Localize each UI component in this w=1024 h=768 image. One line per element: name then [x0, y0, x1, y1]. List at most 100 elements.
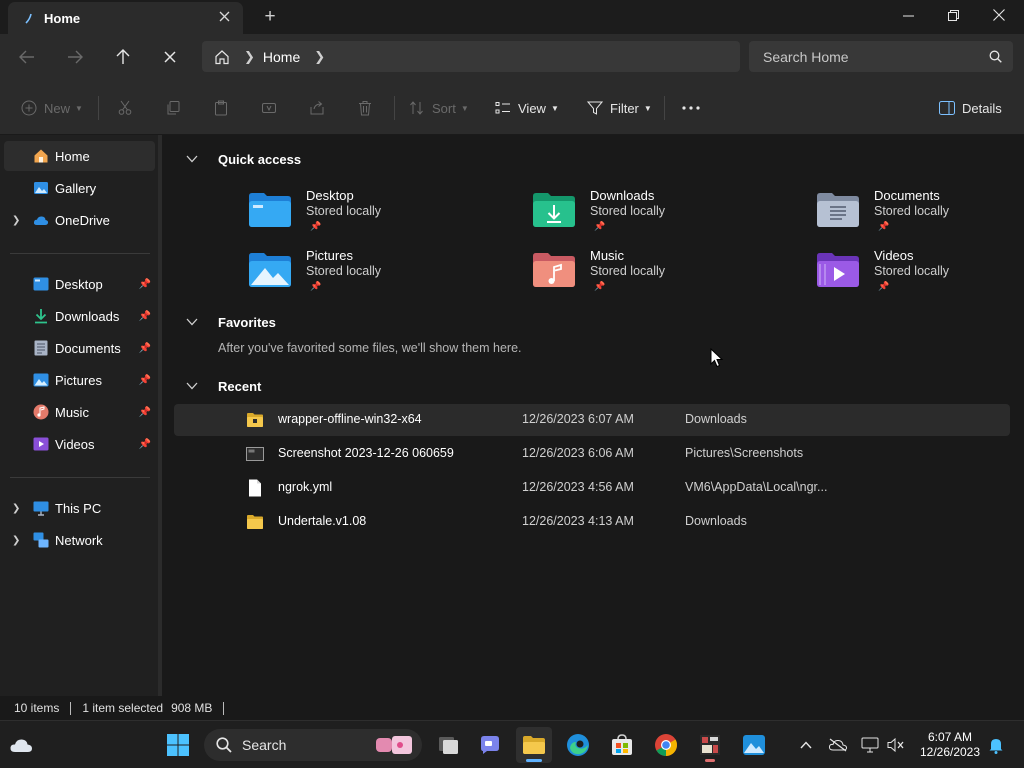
details-label: Details	[962, 100, 1002, 116]
restore-button[interactable]	[930, 0, 976, 30]
game-app-taskbar-button[interactable]	[692, 727, 728, 763]
more-dots-icon	[682, 99, 700, 117]
table-row[interactable]: wrapper-offline-win32-x64 12/26/2023 6:0…	[174, 404, 1010, 436]
table-row[interactable]: Undertale.v1.08 12/26/2023 4:13 AM Downl…	[174, 506, 1010, 538]
store-taskbar-button[interactable]	[604, 727, 640, 763]
chevron-down-icon[interactable]	[186, 381, 200, 393]
network-tray-button[interactable]	[860, 735, 880, 755]
address-bar[interactable]: ❯ Home ❯	[202, 41, 740, 72]
new-button[interactable]: New ▼	[20, 96, 83, 120]
chevron-right-icon[interactable]: ❯	[314, 49, 325, 65]
pin-icon[interactable]: 📌	[139, 279, 151, 290]
taskbar-search-box[interactable]: Search	[204, 729, 422, 761]
chevron-right-icon[interactable]: ❯	[12, 503, 20, 514]
selection-size: 908 MB	[171, 701, 213, 715]
search-box[interactable]: Search Home	[749, 41, 1013, 72]
sidebar-item-home[interactable]: Home	[4, 141, 155, 171]
recent-header[interactable]: Recent	[186, 379, 261, 394]
sidebar-item-onedrive[interactable]: ❯ OneDrive	[4, 205, 155, 235]
quick-access-item[interactable]: Documents Stored locally 📌	[816, 188, 1024, 242]
search-icon[interactable]	[977, 50, 1013, 63]
pin-icon[interactable]: 📌	[139, 375, 151, 386]
quick-access-item[interactable]: Music Stored locally 📌	[532, 248, 772, 302]
chrome-taskbar-button[interactable]	[648, 727, 684, 763]
command-bar: New ▼ Sort ▼ View ▼ Filter ▼ Details	[0, 80, 1024, 135]
favorites-header[interactable]: Favorites	[186, 315, 276, 330]
divider	[10, 477, 150, 478]
item-status: Stored locally	[306, 264, 382, 278]
back-button[interactable]	[12, 43, 42, 71]
quick-access-item[interactable]: Videos Stored locally 📌	[816, 248, 1024, 302]
chevron-right-icon[interactable]: ❯	[244, 49, 255, 65]
view-button[interactable]: View ▼	[494, 96, 559, 120]
edge-taskbar-button[interactable]	[560, 727, 596, 763]
chevron-right-icon[interactable]: ❯	[12, 215, 20, 226]
teams-chat-button[interactable]	[472, 727, 508, 763]
show-hidden-icons-button[interactable]	[796, 735, 816, 755]
filter-button[interactable]: Filter ▼	[586, 96, 652, 120]
quick-access-item[interactable]: Pictures Stored locally 📌	[248, 248, 488, 302]
sidebar-item-downloads[interactable]: Downloads 📌	[4, 301, 155, 331]
videos-icon	[33, 436, 49, 452]
pin-icon[interactable]: 📌	[139, 407, 151, 418]
task-view-button[interactable]	[430, 727, 466, 763]
table-row[interactable]: ngrok.yml 12/26/2023 4:56 AM VM6\AppData…	[174, 472, 1010, 504]
more-options-button[interactable]	[682, 96, 706, 120]
edge-browser-icon	[567, 734, 589, 756]
quick-access-item[interactable]: Downloads Stored locally 📌	[532, 188, 772, 242]
file-explorer-taskbar-button[interactable]	[516, 727, 552, 763]
sidebar-item-desktop[interactable]: Desktop 📌	[4, 269, 155, 299]
selection-count: 1 item selected	[82, 701, 164, 715]
clock[interactable]: 6:07 AM 12/26/2023	[918, 730, 982, 760]
file-name: ngrok.yml	[278, 480, 333, 494]
sidebar-item-videos[interactable]: Videos 📌	[4, 429, 155, 459]
details-button[interactable]: Details	[938, 96, 1002, 120]
copy-button[interactable]	[164, 96, 188, 120]
sidebar-item-music[interactable]: Music 📌	[4, 397, 155, 427]
quick-access-header[interactable]: Quick access	[186, 152, 301, 167]
paste-button[interactable]	[212, 96, 236, 120]
zip-folder-icon	[247, 413, 263, 427]
table-row[interactable]: Screenshot 2023-12-26 060659 12/26/2023 …	[174, 438, 1010, 470]
notifications-button[interactable]	[986, 735, 1006, 755]
sidebar-item-this-pc[interactable]: ❯ This PC	[4, 493, 155, 523]
cut-button[interactable]	[116, 96, 140, 120]
downloads-folder-icon	[533, 193, 575, 227]
close-tab-icon[interactable]	[215, 9, 233, 27]
delete-button[interactable]	[356, 96, 380, 120]
start-button[interactable]	[160, 727, 196, 763]
chevron-down-icon[interactable]	[186, 317, 200, 329]
sidebar-item-pictures[interactable]: Pictures 📌	[4, 365, 155, 395]
close-window-button[interactable]	[976, 0, 1022, 30]
chevron-right-icon[interactable]: ❯	[12, 535, 20, 546]
pin-icon[interactable]: 📌	[139, 311, 151, 322]
pin-icon[interactable]: 📌	[139, 343, 151, 354]
forward-button[interactable]	[60, 43, 90, 71]
pin-icon: 📌	[594, 221, 606, 231]
breadcrumb-home[interactable]: Home	[263, 49, 300, 65]
rename-button[interactable]	[260, 96, 284, 120]
new-tab-button[interactable]: +	[259, 6, 281, 28]
sidebar-item-network[interactable]: ❯ Network	[4, 525, 155, 555]
search-input[interactable]: Search Home	[763, 49, 977, 65]
rename-icon	[260, 99, 278, 117]
sort-button[interactable]: Sort ▼	[408, 96, 469, 120]
minimize-button[interactable]	[885, 0, 931, 30]
item-count: 10 items	[14, 701, 60, 715]
share-button[interactable]	[308, 96, 332, 120]
stop-button[interactable]	[155, 43, 185, 71]
home-icon[interactable]	[202, 49, 242, 65]
quick-access-item[interactable]: Desktop Stored locally 📌	[248, 188, 488, 242]
up-button[interactable]	[108, 43, 138, 71]
photos-taskbar-button[interactable]	[736, 727, 772, 763]
plus-circle-icon	[20, 99, 38, 117]
pin-icon[interactable]: 📌	[139, 439, 151, 450]
volume-tray-button[interactable]	[886, 735, 906, 755]
chevron-down-icon[interactable]	[186, 154, 200, 166]
status-bar: 10 items 1 item selected 908 MB	[0, 696, 1024, 720]
weather-widget-button[interactable]	[4, 727, 40, 763]
onedrive-tray-button[interactable]	[828, 735, 848, 755]
tab-home[interactable]: Home	[8, 2, 243, 34]
sidebar-item-gallery[interactable]: Gallery	[4, 173, 155, 203]
sidebar-item-documents[interactable]: Documents 📌	[4, 333, 155, 363]
